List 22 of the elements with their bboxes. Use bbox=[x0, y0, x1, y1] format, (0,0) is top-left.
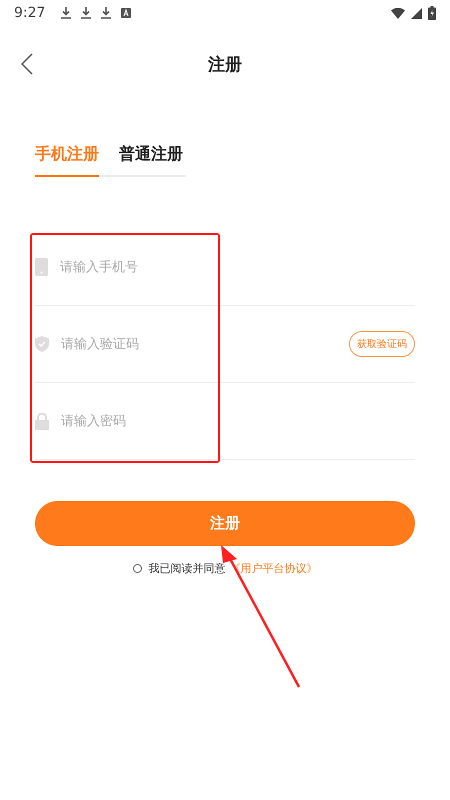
page-title: 注册 bbox=[208, 54, 242, 76]
back-icon[interactable] bbox=[21, 53, 33, 75]
download-icon bbox=[81, 7, 92, 19]
tab[interactable]: 手机注册 bbox=[35, 140, 99, 177]
download-icon bbox=[101, 7, 112, 19]
lock-icon bbox=[35, 412, 49, 430]
battery-icon bbox=[428, 6, 436, 20]
phone-icon bbox=[35, 258, 48, 276]
shield-icon bbox=[35, 336, 49, 352]
input-field[interactable]: 请输入密码 bbox=[61, 410, 415, 432]
download-icon bbox=[61, 7, 72, 19]
get-code-button[interactable]: 获取验证码 bbox=[349, 331, 415, 357]
input-field[interactable]: 请输入手机号 bbox=[60, 256, 415, 278]
tab[interactable]: 普通注册 bbox=[119, 140, 183, 177]
status-time: 9:27 bbox=[14, 5, 46, 21]
input-field[interactable]: 请输入验证码 bbox=[61, 332, 349, 356]
agreement-radio[interactable] bbox=[132, 564, 142, 573]
register-button[interactable]: 注册 bbox=[35, 501, 415, 546]
notification-icon bbox=[121, 8, 132, 18]
agreement-text: 我已阅读并同意 bbox=[148, 561, 226, 576]
wifi-icon bbox=[391, 8, 405, 18]
signal-icon bbox=[411, 8, 422, 18]
